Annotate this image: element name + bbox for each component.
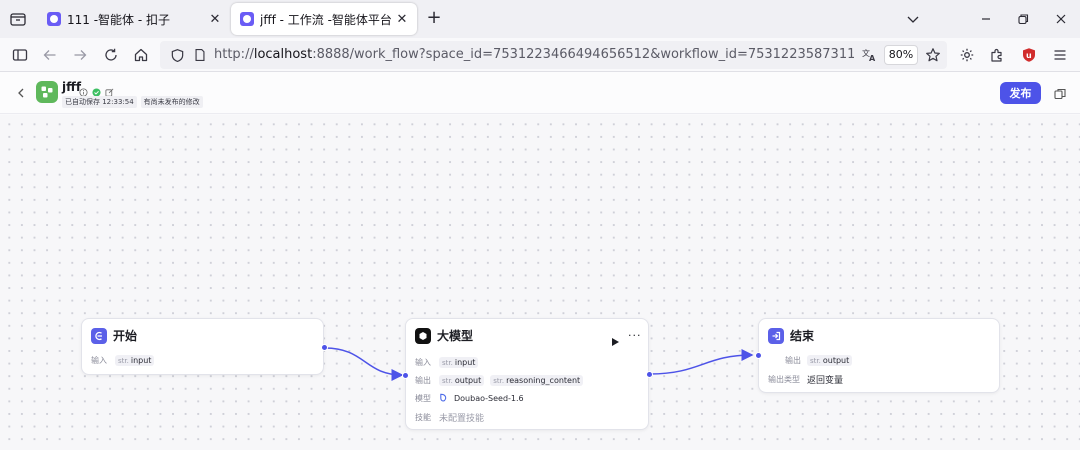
type-prefix: str. bbox=[493, 376, 505, 385]
close-icon[interactable]: ✕ bbox=[391, 8, 413, 30]
type-prefix: str. bbox=[442, 358, 453, 367]
node-title: 大模型 bbox=[437, 329, 474, 343]
input-port[interactable] bbox=[402, 372, 409, 379]
output-type-value: 返回变量 bbox=[807, 376, 844, 386]
more-options-icon[interactable]: ··· bbox=[628, 329, 641, 342]
type-prefix: str. bbox=[118, 356, 129, 365]
app-favicon-icon bbox=[240, 12, 254, 26]
extensions-icon[interactable] bbox=[985, 43, 1009, 67]
url-bar[interactable]: http://localhost:8888/work_flow?space_id… bbox=[160, 41, 947, 69]
variable-name: input bbox=[454, 358, 476, 367]
plus-icon[interactable]: + bbox=[424, 9, 444, 29]
output-port[interactable] bbox=[646, 371, 653, 378]
gear-icon[interactable] bbox=[955, 43, 979, 67]
url-path: :8888/work_flow?space_id=753122346649465… bbox=[312, 47, 854, 62]
ublock-icon[interactable]: u bbox=[1017, 43, 1041, 67]
minimize-icon[interactable] bbox=[973, 6, 999, 32]
browser-tab-workflow[interactable]: jfff - 工作流 -智能体平台 ✕ bbox=[231, 3, 417, 35]
edge-start-to-llm bbox=[324, 347, 404, 381]
variable-tag: str. output bbox=[439, 375, 485, 386]
skill-label: 技能 bbox=[415, 413, 431, 422]
input-label: 输入 bbox=[415, 358, 431, 367]
start-node-icon bbox=[91, 327, 107, 344]
variable-tag: str. output bbox=[807, 355, 853, 366]
variable-tag: str. input bbox=[115, 355, 155, 366]
autosave-status: 已自动保存 12:33:54 bbox=[62, 96, 137, 108]
url-text[interactable]: http://localhost:8888/work_flow?space_id… bbox=[214, 47, 854, 62]
back-icon[interactable] bbox=[38, 43, 62, 67]
back-arrow-icon[interactable] bbox=[13, 85, 29, 101]
end-node-icon bbox=[768, 327, 784, 344]
chevron-down-icon[interactable] bbox=[900, 6, 926, 32]
variable-name: output bbox=[822, 356, 850, 365]
url-scheme: http:// bbox=[214, 47, 254, 62]
llm-node-icon bbox=[415, 327, 431, 344]
close-window-icon[interactable] bbox=[1048, 6, 1074, 32]
sidebar-icon[interactable] bbox=[8, 43, 32, 67]
output-type-label: 输出类型 bbox=[768, 375, 800, 384]
output-port[interactable] bbox=[321, 344, 328, 351]
translate-icon[interactable]: 文A bbox=[857, 43, 881, 67]
unpublished-status: 有尚未发布的修改 bbox=[140, 96, 203, 108]
variable-tag: str. input bbox=[439, 357, 479, 368]
tab-title: 111 -智能体 - 扣子 bbox=[67, 12, 171, 27]
forward-icon[interactable] bbox=[68, 43, 92, 67]
variable-name: reasoning_content bbox=[506, 376, 581, 385]
home-icon[interactable] bbox=[129, 43, 153, 67]
browser-toolbar: http://localhost:8888/work_flow?space_id… bbox=[0, 38, 1080, 72]
model-name: Doubao-Seed-1.6 bbox=[454, 394, 524, 403]
tab-title: jfff - 工作流 -智能体平台 bbox=[260, 12, 391, 27]
tab-strip: 111 -智能体 - 扣子 ✕ jfff - 工作流 -智能体平台 ✕ + bbox=[0, 0, 1080, 38]
node-title: 开始 bbox=[113, 329, 138, 343]
zoom-level-badge[interactable]: 80% bbox=[884, 45, 918, 65]
edge-llm-to-end bbox=[649, 349, 754, 375]
variable-tag: str. reasoning_content bbox=[490, 375, 584, 386]
skill-value: 未配置技能 bbox=[439, 414, 485, 424]
variable-name: input bbox=[130, 356, 152, 365]
restore-icon[interactable] bbox=[1010, 6, 1036, 32]
variable-name: output bbox=[454, 376, 482, 385]
output-label: 输出 bbox=[785, 356, 801, 365]
workflow-canvas[interactable]: 开始 输入 str. input 大模型 ··· 输入 str. input 输出 … bbox=[0, 115, 1080, 450]
app-favicon-icon bbox=[47, 12, 61, 26]
start-node[interactable]: 开始 输入 str. input bbox=[81, 318, 328, 375]
input-label: 输入 bbox=[91, 356, 107, 365]
tab-list-icon[interactable] bbox=[8, 9, 28, 29]
url-host: localhost bbox=[253, 47, 313, 62]
publish-button[interactable]: 发布 bbox=[1000, 82, 1041, 104]
model-label: 模型 bbox=[415, 394, 431, 403]
node-title: 结束 bbox=[790, 329, 815, 343]
type-prefix: str. bbox=[810, 356, 821, 365]
shield-icon[interactable] bbox=[165, 43, 189, 67]
page-icon[interactable] bbox=[188, 43, 212, 67]
browser-tab-bot[interactable]: 111 -智能体 - 扣子 ✕ bbox=[38, 3, 230, 35]
svg-text:u: u bbox=[1026, 51, 1032, 60]
end-node[interactable]: 结束 输出 str. output 输出类型 返回变量 bbox=[755, 318, 1000, 393]
close-icon[interactable]: ✕ bbox=[204, 8, 226, 30]
doubao-model-icon bbox=[439, 393, 448, 404]
play-icon[interactable] bbox=[610, 332, 622, 346]
reload-icon[interactable] bbox=[99, 43, 123, 67]
star-icon[interactable] bbox=[921, 43, 945, 67]
workflow-header: jfff 已自动保存 12:33:54 有尚未发布的修改 发布 bbox=[0, 72, 1080, 114]
svg-text:A: A bbox=[869, 54, 876, 63]
type-prefix: str. bbox=[442, 376, 453, 385]
copy-icon[interactable] bbox=[1053, 86, 1067, 100]
menu-icon[interactable] bbox=[1048, 43, 1072, 67]
llm-node[interactable]: 大模型 ··· 输入 str. input 输出 str. output str. r… bbox=[402, 318, 653, 430]
workflow-logo-icon bbox=[36, 81, 58, 103]
input-port[interactable] bbox=[755, 352, 762, 359]
output-label: 输出 bbox=[415, 376, 431, 385]
